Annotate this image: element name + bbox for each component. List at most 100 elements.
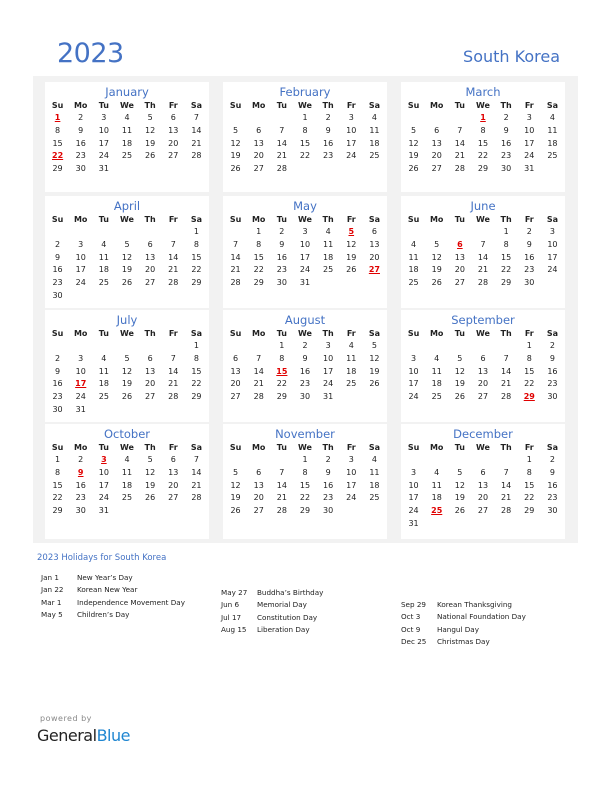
day-cell: 15 (299, 138, 311, 148)
weekday-label: Tu (454, 329, 465, 338)
day-cell: 28 (191, 151, 202, 161)
weekday-label: Sa (190, 443, 202, 452)
day-cell: 3 (101, 113, 107, 122)
weekday-label: We (476, 215, 490, 224)
holiday-day-cell: 6 (457, 239, 463, 249)
day-cell: 17 (547, 252, 558, 262)
day-cell: 19 (121, 265, 133, 275)
day-cell: 16 (323, 138, 334, 148)
month-july: July Su Mo Tu We Th Fr Sa 1 2 3 4 5 6 7 8 9 10 11 12 13 14 15 1… (45, 310, 209, 422)
day-cell: 1 (526, 455, 532, 464)
weekday-label: Sa (190, 101, 202, 110)
holiday-item: Jun 6 Memorial Day (221, 599, 323, 611)
day-cell: 25 (121, 493, 133, 503)
day-cell: 20 (230, 379, 241, 389)
day-cell: 11 (431, 480, 442, 490)
weekday-label: Fr (346, 215, 356, 224)
empty-day (340, 505, 363, 518)
holiday-day-cell: 27 (368, 265, 380, 275)
day-cell: 11 (323, 239, 334, 249)
day-cell: 4 (371, 455, 377, 464)
day-cell: 31 (323, 392, 334, 402)
day-cell: 21 (276, 151, 287, 161)
week-row: 17 18 19 20 21 22 23 (401, 492, 565, 505)
day-cell: 23 (524, 265, 535, 275)
day-cell: 30 (323, 506, 334, 516)
holiday-date: Oct 3 (401, 612, 421, 622)
weekday-header: Su Mo Tu We Th Fr Sa (223, 441, 387, 454)
day-cell: 25 (369, 151, 380, 161)
weekday-header: Su Mo Tu We Th Fr Sa (45, 213, 209, 226)
day-cell: 12 (454, 480, 465, 490)
day-cell: 10 (98, 125, 109, 135)
day-cell: 31 (408, 518, 419, 528)
day-cell: 15 (299, 480, 311, 490)
weekday-label: We (120, 329, 134, 338)
weekday-label: We (298, 215, 312, 224)
weekday-label: Th (500, 101, 512, 110)
day-cell: 28 (230, 278, 241, 288)
day-cell: 10 (75, 366, 86, 376)
empty-day (471, 518, 494, 531)
day-cell: 10 (98, 467, 109, 477)
day-cell: 30 (75, 506, 86, 516)
day-cell: 9 (55, 366, 61, 376)
day-cell: 13 (454, 252, 465, 262)
week-row: 1 2 3 4 (401, 112, 565, 125)
empty-day (162, 505, 185, 518)
weekday-label: Su (407, 215, 420, 224)
day-cell: 23 (547, 379, 558, 389)
day-cell: 23 (547, 493, 558, 503)
empty-day (92, 226, 115, 239)
day-cell: 23 (52, 392, 63, 402)
day-cell: 7 (503, 353, 509, 363)
day-cell: 10 (524, 125, 535, 135)
day-cell: 10 (408, 480, 419, 490)
day-cell: 20 (477, 493, 489, 503)
day-cell: 15 (524, 480, 535, 490)
day-cell: 7 (170, 353, 176, 363)
week-row: 20 21 22 23 24 25 26 (223, 378, 387, 391)
empty-day (224, 112, 247, 125)
day-cell: 20 (168, 138, 179, 148)
day-cell: 18 (121, 480, 133, 490)
weekday-label: We (298, 101, 312, 110)
day-cell: 1 (193, 341, 199, 350)
day-cell: 3 (411, 353, 417, 363)
day-cell: 14 (276, 480, 287, 490)
day-cell: 19 (145, 138, 156, 148)
week-row: 22 23 24 25 26 27 28 (45, 492, 209, 505)
day-cell: 2 (302, 341, 308, 350)
empty-day (425, 340, 448, 353)
day-cell: 10 (346, 125, 357, 135)
holiday-item: Jan 22 Korean New Year (41, 584, 185, 596)
day-cell: 19 (346, 252, 357, 262)
weekday-label: Sa (546, 329, 558, 338)
day-cell: 7 (193, 455, 199, 464)
day-cell: 4 (411, 239, 417, 249)
day-cell: 17 (524, 138, 535, 148)
weekday-label: Sa (546, 101, 558, 110)
empty-day (115, 340, 138, 353)
week-row: 5 6 7 8 9 10 11 (223, 125, 387, 138)
day-cell: 16 (75, 138, 86, 148)
day-cell: 24 (524, 151, 535, 161)
day-cell: 23 (52, 278, 63, 288)
month-march: March Su Mo Tu We Th Fr Sa 1 2 3 4 5 6 7 8 9 10 11 12 13 14 15… (401, 82, 565, 192)
day-cell: 20 (145, 379, 156, 389)
day-cell: 6 (256, 467, 262, 477)
week-row: 4 5 6 7 8 9 10 (401, 239, 565, 252)
week-row: 11 12 13 14 15 16 17 (401, 252, 565, 265)
day-cell: 16 (276, 252, 287, 262)
weekday-label: Tu (276, 443, 287, 452)
day-cell: 31 (524, 164, 535, 174)
week-row: 7 8 9 10 11 12 13 (223, 239, 387, 252)
empty-day (448, 454, 471, 467)
empty-day (541, 277, 564, 290)
day-cell: 3 (325, 341, 331, 350)
day-cell: 26 (230, 164, 241, 174)
day-cell: 22 (501, 265, 512, 275)
week-row: 15 16 17 18 19 20 21 (45, 480, 209, 493)
empty-day (363, 505, 386, 518)
holiday-name: Children’s Day (77, 609, 130, 619)
